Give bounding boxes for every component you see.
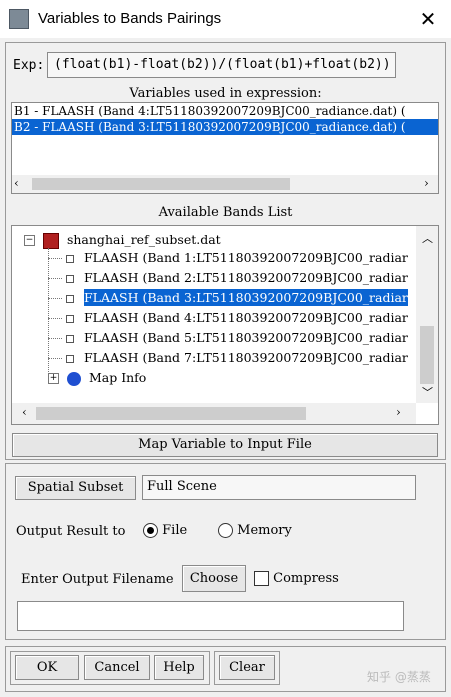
output-memory-radio[interactable]: Memory [218, 523, 292, 538]
app-icon [9, 9, 29, 29]
leaf-icon [66, 254, 74, 263]
tree-file-node[interactable]: − shanghai_ref_subset.dat [24, 230, 221, 250]
scroll-right-icon[interactable]: › [424, 176, 429, 190]
band-item[interactable]: FLAASH (Band 2:LT51180392007209BJC00_rad… [48, 268, 408, 288]
cancel-button[interactable]: Cancel [84, 655, 150, 680]
leaf-icon [66, 334, 74, 343]
variables-list[interactable]: B1 - FLAASH (Band 4:LT51180392007209BJC0… [11, 102, 439, 194]
expression-value: (float(b1)-float(b2))/(float(b1)+float(b… [54, 57, 391, 72]
variable-item-b1[interactable]: B1 - FLAASH (Band 4:LT51180392007209BJC0… [12, 103, 438, 119]
file-icon [42, 232, 59, 249]
file-name: shanghai_ref_subset.dat [66, 232, 221, 247]
expand-icon[interactable]: + [48, 373, 59, 384]
leaf-icon [66, 314, 74, 323]
filename-label: Enter Output Filename [21, 572, 174, 587]
collapse-icon[interactable]: − [24, 235, 35, 246]
expression-field[interactable]: (float(b1)-float(b2))/(float(b1)+float(b… [47, 52, 396, 78]
spatial-subset-field: Full Scene [142, 475, 416, 500]
scroll-left-icon[interactable]: ‹ [14, 176, 19, 190]
bands-title: Available Bands List [158, 205, 293, 220]
bands-vscrollbar[interactable]: ︿ ﹀ [416, 226, 438, 403]
bands-hscrollbar[interactable]: ‹ › [12, 403, 416, 424]
scroll-down-icon[interactable]: ﹀ [422, 384, 433, 400]
watermark: 知乎 @蒸蒸 [367, 670, 431, 684]
band-item[interactable]: FLAASH (Band 4:LT51180392007209BJC00_rad… [48, 308, 408, 328]
spatial-subset-button[interactable]: Spatial Subset [15, 476, 136, 500]
close-icon[interactable]: ✕ [414, 6, 442, 32]
tree-map-info[interactable]: + Map Info [48, 368, 146, 388]
checkbox-icon[interactable] [254, 571, 269, 586]
band-item[interactable]: FLAASH (Band 7:LT51180392007209BJC00_rad… [48, 348, 408, 368]
hscroll-thumb[interactable] [36, 407, 306, 420]
variables-scrollbar[interactable]: ‹ › [12, 175, 438, 193]
globe-icon [66, 371, 81, 386]
band-item[interactable]: FLAASH (Band 5:LT51180392007209BJC00_rad… [48, 328, 408, 348]
output-file-radio[interactable]: File [143, 523, 187, 538]
radio-icon[interactable] [143, 523, 158, 538]
choose-button[interactable]: Choose [182, 565, 246, 592]
variable-item-b2[interactable]: B2 - FLAASH (Band 3:LT51180392007209BJC0… [12, 119, 438, 135]
compress-checkbox[interactable]: Compress [254, 571, 339, 586]
output-filename-input[interactable] [17, 601, 404, 631]
map-variable-button[interactable]: Map Variable to Input File [12, 433, 438, 457]
window-title: Variables to Bands Pairings [38, 10, 222, 27]
scroll-right-icon[interactable]: › [396, 405, 401, 419]
band-item-selected[interactable]: FLAASH (Band 3:LT51180392007209BJC00_rad… [48, 288, 408, 308]
band-item[interactable]: FLAASH (Band 1:LT51180392007209BJC00_rad… [48, 248, 408, 268]
vscroll-thumb[interactable] [420, 326, 434, 384]
bands-tree[interactable]: − shanghai_ref_subset.dat FLAASH (Band 1… [11, 225, 439, 425]
scroll-up-icon[interactable]: ︿ [422, 230, 433, 246]
leaf-icon [66, 294, 74, 303]
variables-title: Variables used in expression: [129, 86, 322, 101]
scroll-left-icon[interactable]: ‹ [22, 405, 27, 419]
scroll-thumb[interactable] [32, 178, 290, 190]
clear-button[interactable]: Clear [219, 655, 275, 680]
ok-button[interactable]: OK [15, 655, 79, 680]
output-label: Output Result to [16, 524, 126, 539]
help-button[interactable]: Help [154, 655, 204, 680]
leaf-icon [66, 354, 74, 363]
map-info-label: Map Info [88, 370, 147, 385]
expression-label: Exp: [13, 58, 45, 73]
leaf-icon [66, 274, 74, 283]
radio-icon[interactable] [218, 523, 233, 538]
